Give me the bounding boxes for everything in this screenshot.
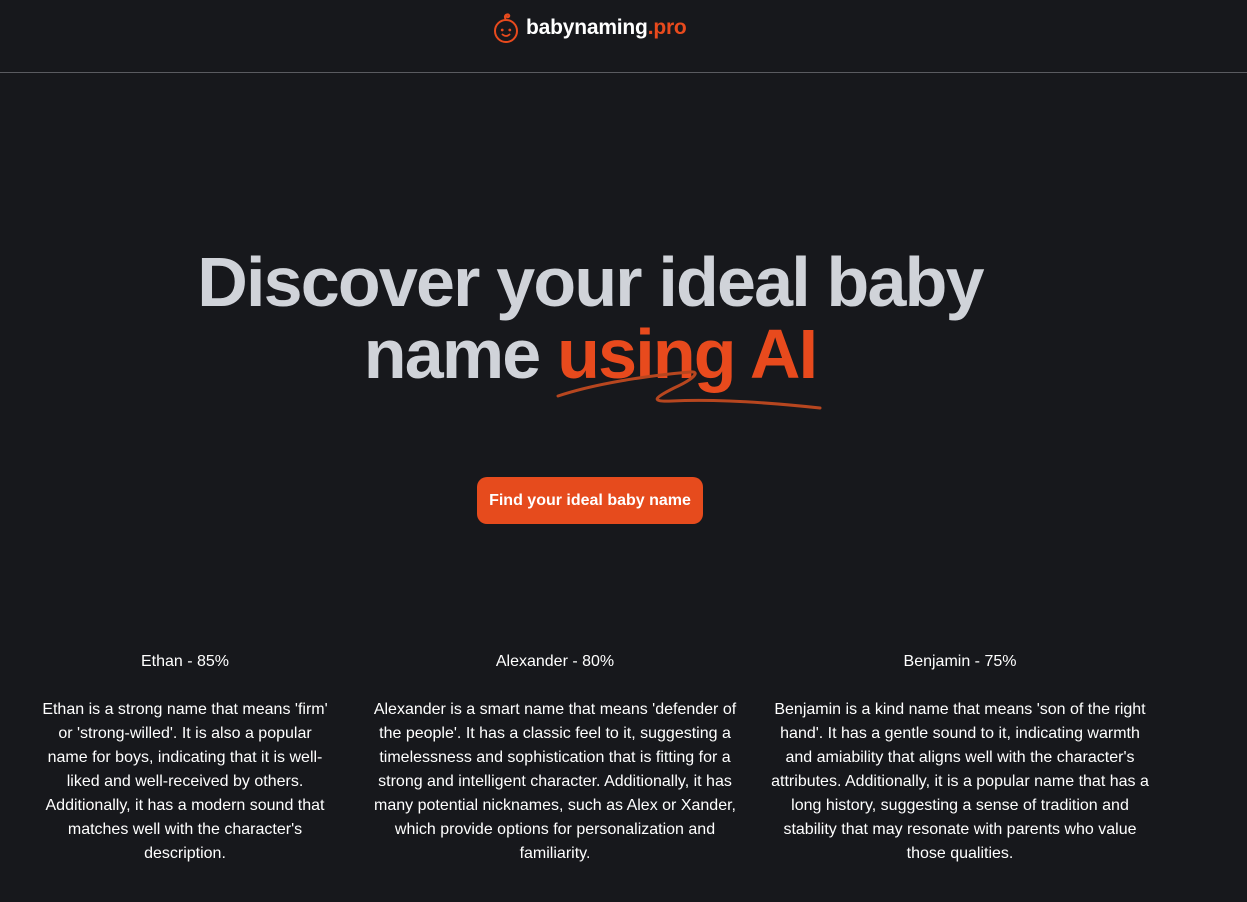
name-card-title: Alexander - 80%: [495, 653, 615, 670]
name-card-description: Alexander is a smart name that means 'de…: [373, 701, 737, 862]
underline-scribble-icon: [556, 370, 822, 410]
find-baby-name-button[interactable]: Find your ideal baby name: [477, 477, 703, 524]
name-card-title: Ethan - 85%: [140, 653, 230, 670]
hero-title-line1: Discover your ideal baby: [197, 243, 984, 321]
name-card-description: Benjamin is a kind name that means 'son …: [771, 701, 1149, 862]
brand-name: babynaming.pro: [526, 16, 687, 39]
brand-tld: .pro: [647, 16, 687, 39]
hero-title-line2-plain: name: [363, 315, 541, 393]
top-navbar: babynaming.pro: [0, 0, 1247, 73]
name-card-description: Ethan is a strong name that means 'firm'…: [42, 701, 328, 862]
baby-face-icon: [494, 13, 518, 43]
name-card-benjamin: Benjamin - 75% Benjamin is a kind name t…: [766, 650, 1154, 866]
brand-logo-link[interactable]: babynaming.pro: [492, 11, 687, 45]
name-card-alexander: Alexander - 80% Alexander is a smart nam…: [368, 650, 742, 866]
name-card-title: Benjamin - 75%: [903, 653, 1017, 670]
name-card-ethan: Ethan - 85% Ethan is a strong name that …: [40, 650, 330, 866]
